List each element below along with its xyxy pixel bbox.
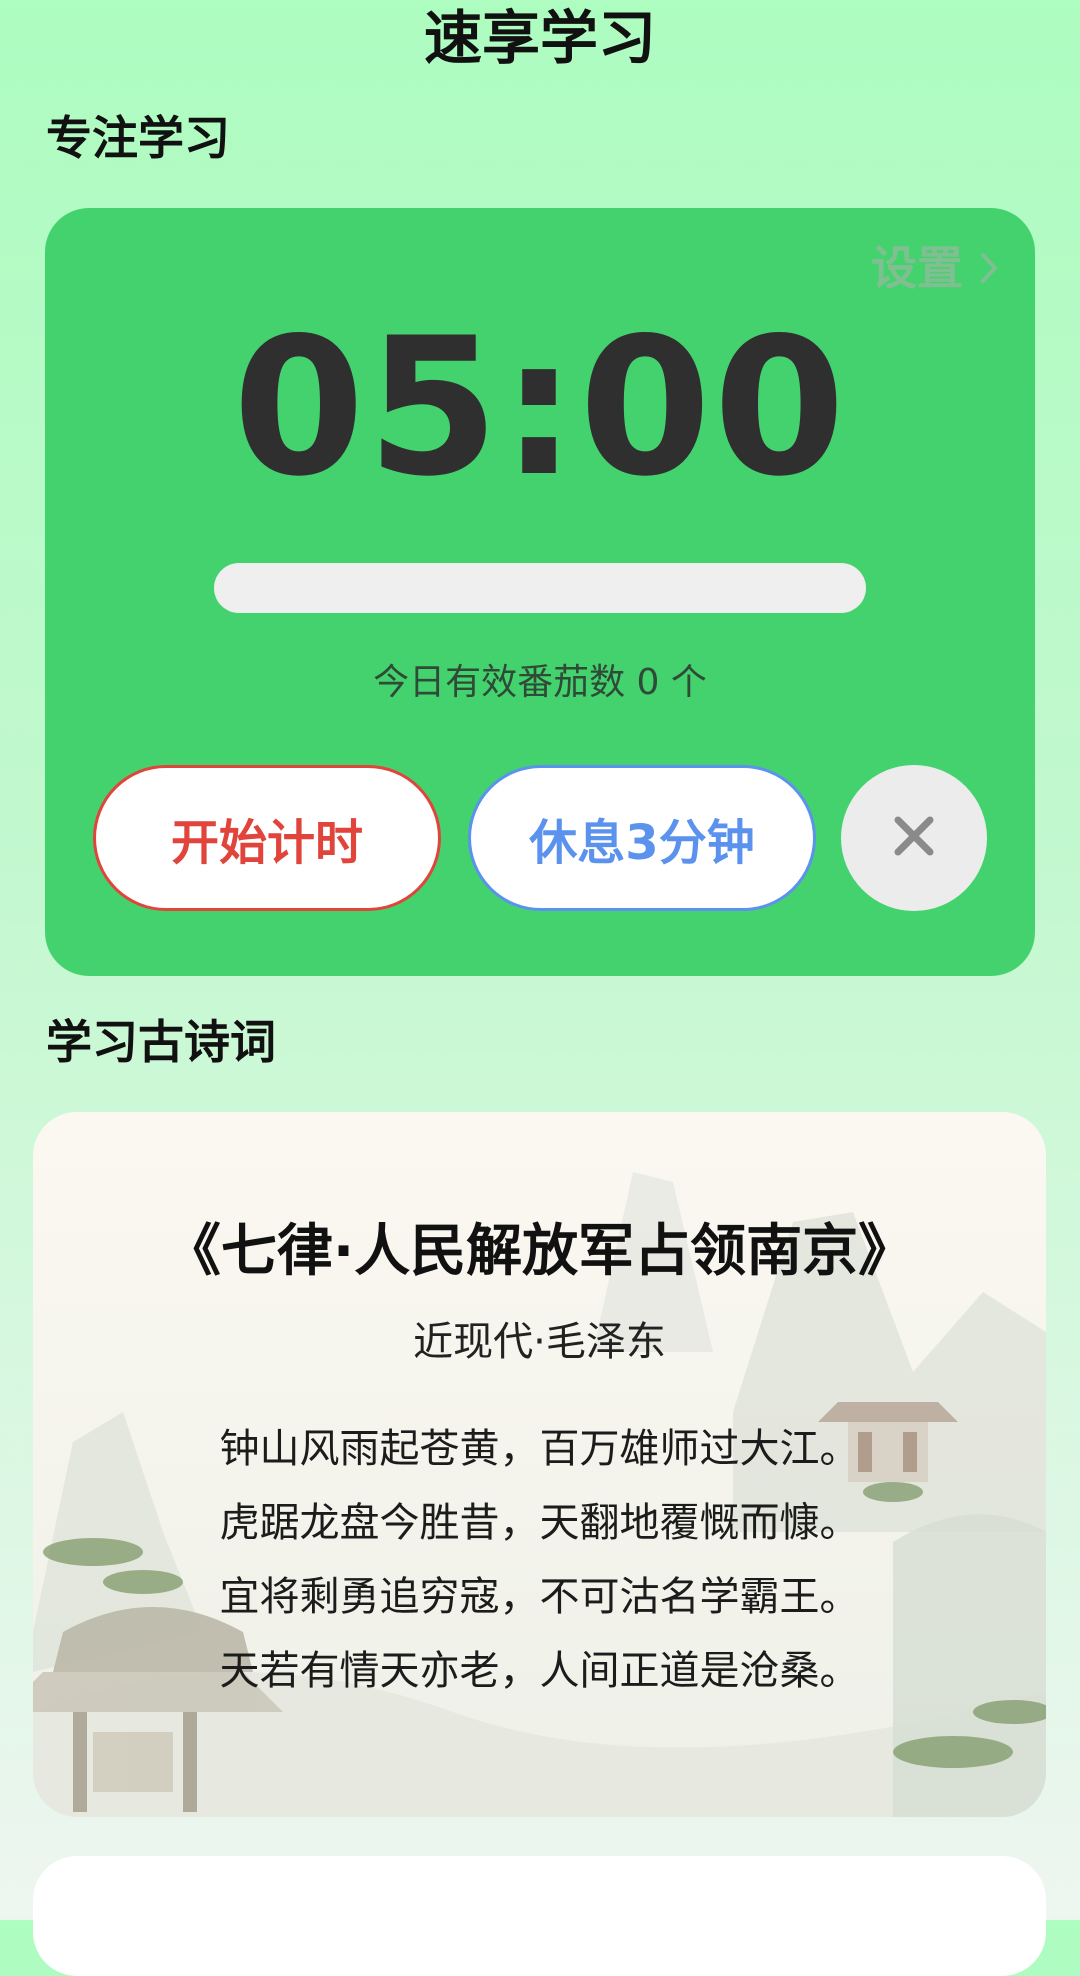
timer-display: 05:00 (232, 297, 848, 518)
focus-section-title: 专注学习 (46, 111, 230, 165)
poem-title: 《七律·人民解放军占领南京》 (164, 1219, 915, 1284)
chevron-right-icon (979, 252, 999, 284)
app-title: 速享学习 (423, 4, 656, 72)
poem-lines: 钟山风雨起苍黄，百万雄师过大江。 虎踞龙盘今胜昔，天翻地覆慨而慷。 宜将剩勇追穷… (33, 1412, 1046, 1708)
poetry-section-title: 学习古诗词 (46, 1015, 276, 1069)
poem-author: 近现代·毛泽东 (413, 1319, 666, 1365)
start-timer-button[interactable]: 开始计时 (93, 765, 441, 911)
close-icon (892, 814, 936, 862)
poem-line: 钟山风雨起苍黄，百万雄师过大江。 (219, 1426, 860, 1472)
settings-label: 设置 (871, 241, 963, 295)
close-button[interactable] (841, 765, 987, 911)
rest-3min-button[interactable]: 休息3分钟 (468, 765, 816, 911)
timer-progress-bar (214, 563, 866, 613)
poem-line: 虎踞龙盘今胜昔，天翻地覆慨而慷。 (219, 1500, 860, 1546)
poem-line: 天若有情天亦老，人间正道是沧桑。 (219, 1648, 860, 1694)
today-pomodoro-count: 今日有效番茄数 0 个 (373, 662, 707, 703)
poem-line: 宜将剩勇追穷寇，不可沽名学霸王。 (219, 1574, 860, 1620)
next-card-partial (33, 1856, 1046, 1976)
settings-link[interactable]: 设置 (871, 238, 999, 298)
poem-card[interactable]: 《七律·人民解放军占领南京》 近现代·毛泽东 钟山风雨起苍黄，百万雄师过大江。 … (33, 1112, 1046, 1817)
focus-timer-card: 设置 05:00 今日有效番茄数 0 个 开始计时 休息3分钟 (45, 208, 1035, 976)
